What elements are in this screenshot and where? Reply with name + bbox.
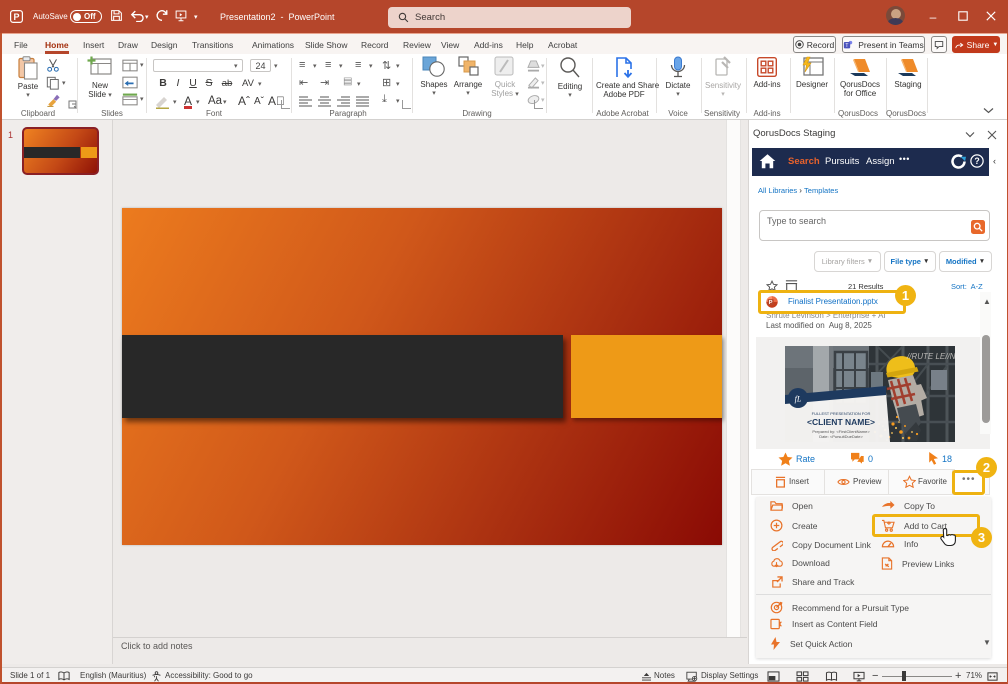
svg-text:T: T — [846, 43, 849, 49]
svg-text:P: P — [769, 300, 773, 306]
svg-text://RUTE LE//N/ON: //RUTE LE//N/ON — [906, 352, 955, 361]
svg-text:<CLIENT NAME>: <CLIENT NAME> — [807, 417, 875, 427]
svg-text:FULLEST PRESENTATION FOR: FULLEST PRESENTATION FOR — [812, 411, 871, 416]
svg-text:fL: fL — [795, 395, 802, 404]
svg-text:Date: <PursuitDueDate>: Date: <PursuitDueDate> — [819, 434, 863, 439]
svg-text:P: P — [13, 12, 19, 22]
svg-text:?: ? — [974, 156, 979, 166]
